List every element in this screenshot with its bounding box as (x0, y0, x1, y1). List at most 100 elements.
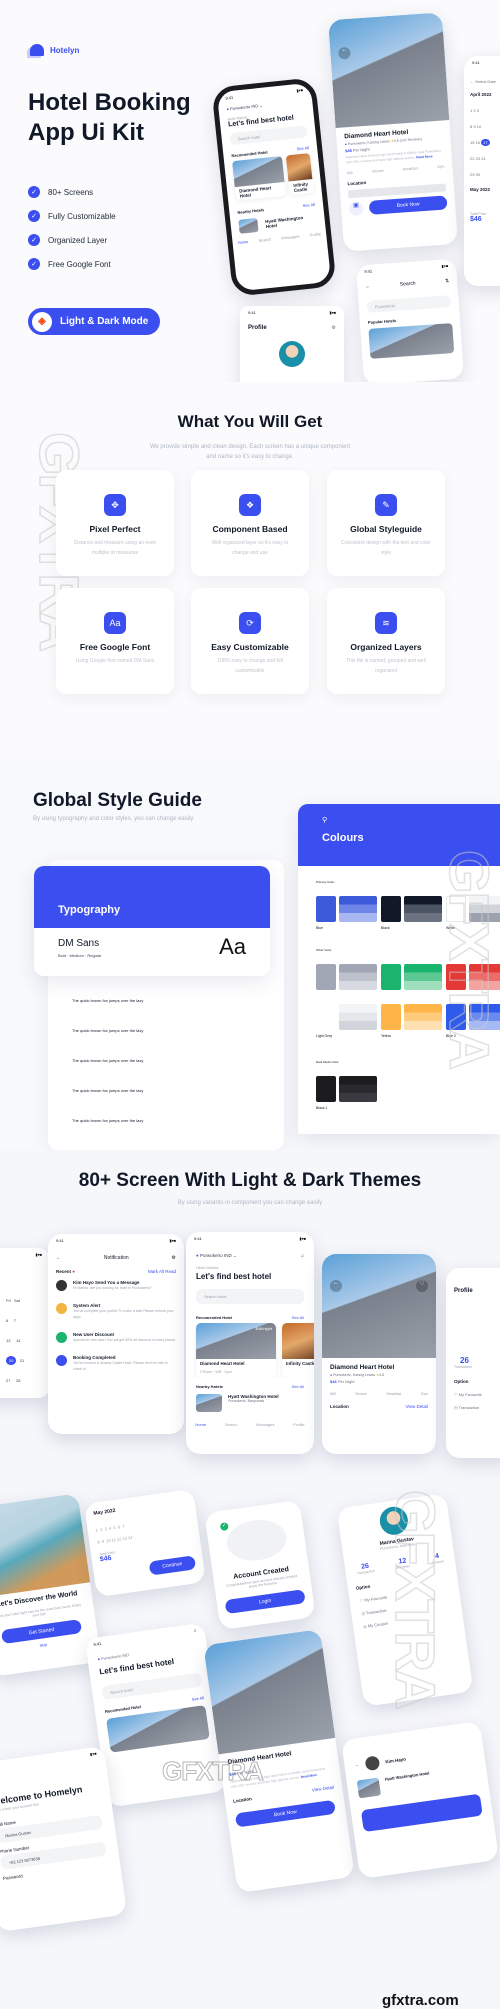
hotel-card[interactable]: Diamond Heart Hotel (232, 155, 286, 201)
onboarding-image (0, 1493, 91, 1598)
calendar-dates[interactable]: Fri Sat 6 7 13 14 20 21 27 28 (0, 1261, 50, 1391)
search-input[interactable]: Purwokerto (366, 295, 452, 313)
month-label: April 2022 (470, 92, 492, 97)
amenity: 2 Room (200, 1370, 213, 1374)
tab-messages[interactable]: Messages (281, 234, 300, 241)
swatch-yellow-shades (404, 1004, 442, 1030)
tab-home[interactable]: Home (237, 239, 248, 245)
bell-icon[interactable]: ♫ (193, 1628, 197, 1633)
search-input[interactable]: Search hotel (229, 125, 308, 146)
see-all-link[interactable]: See All (292, 1384, 304, 1389)
see-all-link[interactable]: See All (296, 145, 309, 151)
bell-icon[interactable]: ♫ (301, 1253, 304, 1259)
features-section: GFXTRA What You Will Get We provide simp… (0, 382, 500, 760)
book-now-button[interactable]: Book Now (368, 195, 448, 215)
view-detail-link[interactable]: View Detail (312, 1785, 335, 1793)
location-text: Purwokerto IND (199, 1253, 232, 1258)
tab-search[interactable]: Search (258, 237, 271, 243)
swatch-label: White (446, 926, 455, 930)
read-more-link[interactable]: Read More (301, 1773, 318, 1779)
tab-search[interactable]: Search (225, 1422, 238, 1427)
price: $46 (330, 1379, 337, 1384)
hotel-detail-mockup: ← ♡ Diamond Heart Hotel ● Purwokerto, Ka… (322, 1254, 436, 1454)
profile-bottom-mockup: Marina Gustav Purwokerto, Indonesia 26 Tr… (336, 1493, 474, 1707)
read-more-link[interactable]: Read More (416, 154, 433, 159)
notification-item[interactable]: Booking Completed You've booked in Ananta… (48, 1349, 184, 1378)
hotel-image (282, 1323, 314, 1359)
feature-label: Organized Layer (48, 235, 108, 245)
notification-item[interactable]: New User Discount Special for new user! Y… (48, 1326, 184, 1349)
font-sample-glyph: Aa (219, 934, 246, 959)
see-all-link[interactable]: See All (302, 202, 315, 208)
notification-item[interactable]: System Alert You've complete your profile… (48, 1297, 184, 1326)
style-icon: ✎ (375, 494, 397, 516)
figma-icon: ◈ (32, 311, 52, 332)
mark-all-read-link[interactable]: Mark All Read (148, 1269, 176, 1274)
check-icon: ✓ (28, 234, 40, 246)
avatar (378, 1504, 410, 1537)
back-icon[interactable]: ← (337, 46, 351, 60)
back-icon[interactable]: ← (354, 1762, 360, 1769)
notification-item[interactable]: Kim Hayo Send You a Message Hi Marina, ar… (48, 1274, 184, 1297)
swatch-black (381, 896, 401, 922)
tab-profile[interactable]: Profile (309, 231, 321, 237)
component-icon: ❖ (239, 494, 261, 516)
back-icon[interactable]: ← (330, 1280, 342, 1292)
back-icon[interactable]: ← (365, 284, 370, 290)
tab-profile[interactable]: Profile (293, 1422, 304, 1427)
account-created-mockup: ✓ Account Created Congratulations! your … (204, 1499, 316, 1631)
hotel-thumb (238, 217, 259, 234)
notif-title: Booking Completed (73, 1355, 116, 1360)
back-icon[interactable]: ← (56, 1255, 61, 1261)
filter-icon[interactable]: ⇅ (445, 278, 450, 284)
tab-home[interactable]: Home (195, 1422, 206, 1427)
calendar-mockup: 9:41 ← Select Date April 2022 1 2 38 9 1… (464, 56, 500, 286)
location-label: Location (330, 1404, 349, 1409)
selected-date[interactable]: 20 (6, 1356, 17, 1365)
hotel-card[interactable]: Infinity Castle (282, 1323, 314, 1378)
amenity: Wifi (215, 1370, 222, 1374)
type-sample: The quick brown fox jumps over the lazy (72, 1028, 144, 1033)
option-item[interactable]: ♡ My Favourite (446, 1384, 500, 1397)
option-item[interactable]: ◷ Transaction (446, 1397, 500, 1410)
settings-icon[interactable]: ⚙ (172, 1255, 176, 1261)
swatch-red-shades (469, 964, 500, 990)
amenities: Wifi Shower Breakfast Gym (330, 1392, 428, 1396)
profile-title: Profile (248, 325, 267, 331)
feature-card: Aa Free Google Font Using Google font name… (56, 588, 174, 694)
signal-icon: ▮▾■ (89, 1750, 97, 1757)
hotel-image (286, 153, 313, 182)
primary-color-label: Primary Color (316, 880, 335, 884)
see-all-link[interactable]: See All (292, 1315, 304, 1320)
location-selector[interactable]: ● Purwokerto IND ⌄ (196, 1253, 237, 1259)
chat-mockup: ← Kim Hayo Hyatt Washington Hotel (340, 1720, 500, 1880)
hotel-card[interactable]: Infinity Castle (286, 153, 314, 195)
view-detail-link[interactable]: View Detail (406, 1404, 428, 1409)
see-all-link[interactable]: See All (191, 1695, 204, 1702)
chat-icon[interactable]: ▣ (348, 201, 364, 217)
feature-item: ✓ Organized Layer (28, 228, 116, 252)
tab-messages[interactable]: Messages (256, 1422, 274, 1427)
swatch-black1-shades (339, 1076, 377, 1102)
swatch-white-shades (469, 896, 500, 922)
calendar-grid[interactable]: 1 2 38 9 10 15 16 17 22 23 24 29 30 (464, 103, 500, 183)
signal-icon: ▮▾■ (35, 1252, 42, 1257)
search-input[interactable]: Search hotel (196, 1289, 304, 1304)
hotel-card[interactable]: $46/night Diamond Heart Hotel 2 Room · W… (196, 1323, 276, 1378)
greeting: Hello Marina (196, 1265, 219, 1270)
continue-button[interactable]: Continue (148, 1555, 197, 1576)
settings-icon[interactable]: ⚙ (332, 325, 336, 331)
login-button[interactable]: Login (224, 1589, 306, 1615)
profile-mockup: Profile 26 Transaction Option ♡ My Favou… (446, 1268, 500, 1458)
swatch-green-shades (404, 964, 442, 990)
swatch-blue2-shades (469, 1004, 500, 1030)
amenity-wifi: Wifi (346, 170, 353, 176)
heart-icon[interactable]: ♡ (416, 1280, 428, 1292)
watermark: GFXTRA (162, 1756, 265, 1787)
feature-title: Component Based (212, 524, 288, 534)
nearby-item[interactable]: Hyatt Washington Hotel Purwokerto, Banyum… (186, 1392, 314, 1414)
light-dark-mode-button[interactable]: ◈ Light & Dark Mode (28, 308, 160, 335)
notif-desc: Hi Marina, are you looking for hotel in … (73, 1286, 152, 1290)
status-time: 9:41 (248, 310, 256, 315)
hotel-name: Infinity Castle (286, 1361, 314, 1366)
